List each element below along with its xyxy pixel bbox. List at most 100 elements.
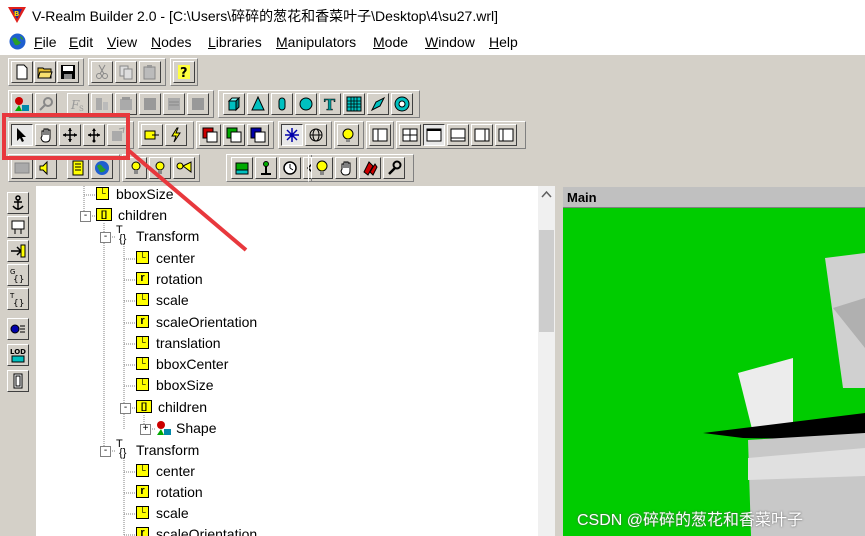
touch-sensor-button[interactable] xyxy=(311,157,333,179)
field-icon: └ xyxy=(136,293,149,306)
document-icon xyxy=(72,160,84,176)
children-icon: [] xyxy=(96,208,112,221)
menu-file[interactable]: File xyxy=(34,34,57,50)
billboard-button[interactable] xyxy=(7,216,29,238)
layout-right-button[interactable] xyxy=(471,124,493,146)
cone-button[interactable] xyxy=(247,93,269,115)
route-icon xyxy=(96,98,108,110)
open-file-button[interactable] xyxy=(34,61,56,83)
wrench-button[interactable] xyxy=(383,157,405,179)
globe-icon[interactable] xyxy=(9,33,26,50)
menu-help[interactable]: Help xyxy=(489,34,518,50)
text-button[interactable]: T xyxy=(319,93,341,115)
group-button[interactable] xyxy=(187,93,209,115)
layout-quad-button[interactable] xyxy=(399,124,421,146)
viewpoint-button[interactable] xyxy=(391,93,413,115)
save-file-button[interactable] xyxy=(57,61,79,83)
point-light-button[interactable] xyxy=(125,157,147,179)
lod-button[interactable]: LOD xyxy=(7,344,29,366)
extrusion-button[interactable] xyxy=(367,93,389,115)
cut-button[interactable] xyxy=(91,61,113,83)
view-side-button[interactable] xyxy=(223,124,245,146)
sphere-sensor-button[interactable] xyxy=(359,157,381,179)
menu-mode[interactable]: Mode xyxy=(373,34,408,50)
collapse-icon[interactable]: - xyxy=(120,403,131,414)
menu-window[interactable]: Window xyxy=(425,34,475,50)
menu-view[interactable]: View xyxy=(107,34,137,50)
plane-sensor-button[interactable] xyxy=(231,157,253,179)
tree-node-label: bboxSize xyxy=(156,377,214,393)
headlight-button[interactable] xyxy=(337,124,359,146)
world-info-button[interactable] xyxy=(91,157,113,179)
tree-scrollbar[interactable] xyxy=(538,186,555,536)
group-node-button[interactable]: G{} xyxy=(7,264,29,286)
spot-light-button[interactable] xyxy=(173,157,195,179)
scene-tree[interactable]: └ bboxSize -[] children - T {} Transform └ cente… xyxy=(36,186,538,536)
node-shape-button[interactable] xyxy=(11,93,33,115)
wrench-icon xyxy=(388,160,402,175)
switch-button[interactable] xyxy=(7,370,29,392)
elevation-grid-button[interactable] xyxy=(343,93,365,115)
3d-viewport[interactable] xyxy=(563,208,865,536)
fly-button[interactable] xyxy=(281,124,303,146)
layout-toolbar xyxy=(396,121,526,149)
proximity-sensor-button[interactable] xyxy=(255,157,277,179)
nav-sensor-toolbar xyxy=(226,154,325,182)
main-window-titlebar[interactable]: Main xyxy=(563,187,865,208)
background-button[interactable] xyxy=(11,157,33,179)
magnifier-icon xyxy=(39,97,53,111)
directional-light-button[interactable] xyxy=(149,157,171,179)
menu-nodes[interactable]: Nodes xyxy=(151,34,191,50)
examine-button[interactable] xyxy=(305,124,327,146)
collapse-icon[interactable]: - xyxy=(100,232,111,243)
cylinder-sensor-button[interactable] xyxy=(335,157,357,179)
extern-button[interactable] xyxy=(163,93,185,115)
route-lightning-button[interactable] xyxy=(165,124,187,146)
menu-edit[interactable]: Edit xyxy=(69,34,93,50)
interpolator-button[interactable] xyxy=(141,124,163,146)
rotation-field-icon: r xyxy=(136,485,149,498)
new-file-button[interactable] xyxy=(11,61,33,83)
anchor-node-button[interactable] xyxy=(67,157,89,179)
scroll-thumb[interactable] xyxy=(539,230,554,332)
main-3d-window: Main xyxy=(560,184,865,536)
expand-icon[interactable]: + xyxy=(140,424,151,435)
transform-icon: T {} xyxy=(116,438,127,459)
sound-button[interactable] xyxy=(35,157,57,179)
script-icon xyxy=(120,97,132,110)
title-bar: B V-Realm Builder 2.0 - [C:\Users\碎碎的葱花和… xyxy=(0,0,865,30)
collision-button[interactable] xyxy=(7,240,29,262)
collapse-icon[interactable]: - xyxy=(100,446,111,457)
help-button[interactable]: ? xyxy=(173,61,195,83)
tree-node-label: translation xyxy=(156,335,221,351)
layout-full-button[interactable] xyxy=(423,124,445,146)
scroll-up-button[interactable] xyxy=(538,186,555,203)
script-button[interactable] xyxy=(115,93,137,115)
paste-button[interactable] xyxy=(139,61,161,83)
field-icon: └ xyxy=(136,251,149,264)
layout-bottom-button[interactable] xyxy=(447,124,469,146)
transform-node-button[interactable]: T{} xyxy=(7,288,29,310)
sphere-button[interactable] xyxy=(295,93,317,115)
switch-icon xyxy=(13,373,23,389)
function-button[interactable]: FS xyxy=(67,93,89,115)
view-front-button[interactable] xyxy=(199,124,221,146)
cylinder-icon xyxy=(278,97,286,111)
inline-button[interactable] xyxy=(7,318,29,340)
box-button[interactable] xyxy=(223,93,245,115)
layout-split-button[interactable] xyxy=(369,124,391,146)
route-button[interactable] xyxy=(91,93,113,115)
menu-manipulators[interactable]: Manipulators xyxy=(276,34,356,50)
children-icon: [] xyxy=(136,400,152,413)
anchor-button[interactable] xyxy=(7,192,29,214)
menu-libraries[interactable]: Libraries xyxy=(208,34,262,50)
find-button[interactable] xyxy=(35,93,57,115)
time-sensor-button[interactable] xyxy=(279,157,301,179)
window-stack-icon-3 xyxy=(250,127,266,143)
layout-left-button[interactable] xyxy=(495,124,517,146)
proto-button[interactable] xyxy=(139,93,161,115)
collapse-icon[interactable]: - xyxy=(80,211,91,222)
copy-button[interactable] xyxy=(115,61,137,83)
cylinder-button[interactable] xyxy=(271,93,293,115)
view-top-button[interactable] xyxy=(247,124,269,146)
